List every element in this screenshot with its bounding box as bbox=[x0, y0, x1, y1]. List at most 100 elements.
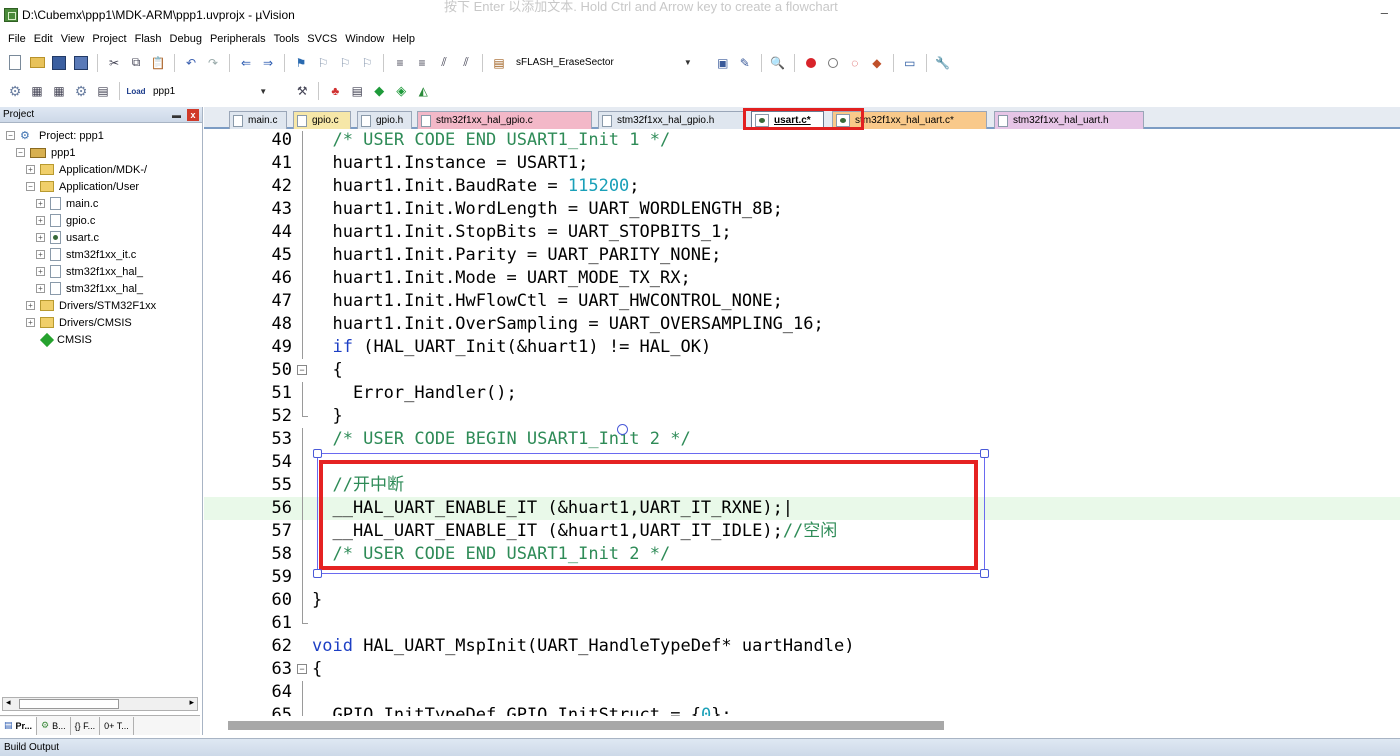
prev-bookmark-icon[interactable]: ⚐ bbox=[314, 54, 332, 72]
undo-icon[interactable]: ↶ bbox=[182, 54, 200, 72]
tree-item[interactable]: + Drivers/STM32F1xx bbox=[26, 297, 156, 314]
tab-templates[interactable]: 0+ T... bbox=[100, 716, 134, 735]
pin-icon[interactable]: ▬ bbox=[172, 110, 181, 120]
project-panel-scrollbar[interactable]: ◂ ▸ bbox=[2, 697, 198, 711]
navigate-back-icon[interactable]: ⇐ bbox=[237, 54, 255, 72]
expand-icon[interactable]: + bbox=[36, 233, 45, 242]
editor-tab[interactable]: gpio.h bbox=[357, 111, 412, 129]
editor-tab[interactable]: stm32f1xx_hal_gpio.c bbox=[417, 111, 592, 129]
menu-debug[interactable]: Debug bbox=[166, 33, 206, 45]
cut-icon[interactable]: ✂ bbox=[105, 54, 123, 72]
batch-build-icon[interactable]: ⚙ bbox=[72, 82, 90, 100]
code-line[interactable]: 41 huart1.Instance = USART1; bbox=[204, 152, 1400, 175]
tab-functions[interactable]: {} F... bbox=[71, 716, 101, 735]
paste-icon[interactable]: 📋 bbox=[149, 54, 167, 72]
editor-tab[interactable]: stm32f1xx_hal_uart.h bbox=[994, 111, 1144, 129]
next-bookmark-icon[interactable]: ⚐ bbox=[336, 54, 354, 72]
redo-icon[interactable]: ↷ bbox=[204, 54, 222, 72]
disable-breakpoint-icon[interactable] bbox=[824, 54, 842, 72]
code-line[interactable]: 45 huart1.Init.Parity = UART_PARITY_NONE… bbox=[204, 244, 1400, 267]
expand-icon[interactable]: + bbox=[36, 216, 45, 225]
resize-handle-br[interactable] bbox=[980, 569, 989, 578]
code-line[interactable]: 60} bbox=[204, 589, 1400, 612]
menu-edit[interactable]: Edit bbox=[30, 33, 57, 45]
tree-item[interactable]: + stm32f1xx_hal_ bbox=[36, 280, 143, 297]
navigate-forward-icon[interactable]: ⇒ bbox=[259, 54, 277, 72]
code-line[interactable]: 47 huart1.Init.HwFlowCtl = UART_HWCONTRO… bbox=[204, 290, 1400, 313]
tree-item[interactable]: + main.c bbox=[36, 195, 98, 212]
tree-item[interactable]: + stm32f1xx_it.c bbox=[36, 246, 136, 263]
fold-collapse-icon[interactable]: − bbox=[297, 658, 309, 681]
tab-books[interactable]: ⚙ B... bbox=[37, 716, 71, 735]
download-load-icon[interactable]: Load bbox=[126, 82, 145, 100]
close-panel-icon[interactable]: x bbox=[187, 108, 199, 121]
menu-tools[interactable]: Tools bbox=[270, 33, 304, 45]
editor-tab[interactable]: gpio.c bbox=[293, 111, 351, 129]
collapse-icon[interactable]: − bbox=[16, 148, 25, 157]
editor-tab[interactable]: main.c bbox=[229, 111, 287, 129]
code-line[interactable]: 48 huart1.Init.OverSampling = UART_OVERS… bbox=[204, 313, 1400, 336]
debug-session-icon[interactable]: ✎ bbox=[736, 54, 754, 72]
zoom-icon[interactable]: 🔍 bbox=[769, 54, 787, 72]
menu-svcs[interactable]: SVCS bbox=[303, 33, 341, 45]
tree-item[interactable]: + gpio.c bbox=[36, 212, 95, 229]
find-in-files-icon[interactable]: ▣ bbox=[714, 54, 732, 72]
open-folder-icon[interactable] bbox=[28, 54, 46, 72]
debug-settings-icon[interactable]: ◆ bbox=[868, 54, 886, 72]
target-options-icon[interactable]: ⚒ bbox=[293, 82, 311, 100]
code-line[interactable]: 64 bbox=[204, 681, 1400, 704]
tree-item[interactable]: − Application/User bbox=[26, 178, 139, 195]
code-line[interactable]: 43 huart1.Init.WordLength = UART_WORDLEN… bbox=[204, 198, 1400, 221]
code-line[interactable]: 65 GPIO_InitTypeDef GPIO_InitStruct = {0… bbox=[204, 704, 1400, 716]
comment-icon[interactable]: ⫽ bbox=[435, 54, 453, 72]
code-line[interactable]: 46 huart1.Init.Mode = UART_MODE_TX_RX; bbox=[204, 267, 1400, 290]
editor-tab[interactable]: stm32f1xx_hal_gpio.h bbox=[598, 111, 746, 129]
copy-icon[interactable]: ⧉ bbox=[127, 54, 145, 72]
rotate-handle[interactable] bbox=[617, 424, 628, 435]
configure-icon[interactable]: 🔧 bbox=[934, 54, 952, 72]
tree-item[interactable]: + usart.c bbox=[36, 229, 99, 246]
select-packs-icon[interactable]: ◭ bbox=[414, 82, 432, 100]
translate-icon[interactable]: ⚙ bbox=[6, 82, 24, 100]
code-line[interactable]: 53 /* USER CODE BEGIN USART1_Init 2 */ bbox=[204, 428, 1400, 451]
save-icon[interactable] bbox=[50, 54, 68, 72]
manage-project-items-icon[interactable]: ♣ bbox=[326, 82, 344, 100]
breakpoint-icon[interactable] bbox=[802, 54, 820, 72]
unindent-icon[interactable]: ≡ bbox=[413, 54, 431, 72]
code-line[interactable]: 51 Error_Handler(); bbox=[204, 382, 1400, 405]
menu-peripherals[interactable]: Peripherals bbox=[206, 33, 270, 45]
window-layout-icon[interactable]: ▭ bbox=[901, 54, 919, 72]
tree-item[interactable]: + Application/MDK-/ bbox=[26, 161, 147, 178]
expand-icon[interactable]: + bbox=[26, 301, 35, 310]
scrollbar-thumb[interactable] bbox=[19, 699, 119, 709]
manage-runtime-icon[interactable]: ◆ bbox=[370, 82, 388, 100]
target-select-dropdown[interactable]: ▼ bbox=[255, 81, 288, 101]
expand-icon[interactable]: + bbox=[26, 318, 35, 327]
clear-bookmarks-icon[interactable]: ⚐ bbox=[358, 54, 376, 72]
collapse-icon[interactable]: − bbox=[6, 131, 15, 140]
code-line[interactable]: 42 huart1.Init.BaudRate = 115200; bbox=[204, 175, 1400, 198]
expand-icon[interactable]: + bbox=[36, 284, 45, 293]
menu-file[interactable]: File bbox=[4, 33, 30, 45]
code-editor[interactable]: 40 /* USER CODE END USART1_Init 1 */41 h… bbox=[204, 131, 1400, 716]
tree-item[interactable]: CMSIS bbox=[26, 331, 92, 348]
fold-collapse-icon[interactable]: − bbox=[297, 359, 309, 382]
save-all-icon[interactable] bbox=[72, 54, 90, 72]
rebuild-icon[interactable]: ▦ bbox=[50, 82, 68, 100]
pack-installer-icon[interactable]: ◈ bbox=[392, 82, 410, 100]
menu-flash[interactable]: Flash bbox=[131, 33, 166, 45]
code-line[interactable]: 49 if (HAL_UART_Init(&huart1) != HAL_OK) bbox=[204, 336, 1400, 359]
bookmark-icon[interactable]: ⚑ bbox=[292, 54, 310, 72]
expand-icon[interactable]: + bbox=[36, 267, 45, 276]
expand-icon[interactable]: + bbox=[36, 199, 45, 208]
tree-item[interactable]: + Drivers/CMSIS bbox=[26, 314, 132, 331]
collapse-icon[interactable]: − bbox=[26, 182, 35, 191]
menu-window[interactable]: Window bbox=[341, 33, 388, 45]
menu-help[interactable]: Help bbox=[388, 33, 419, 45]
flash-function-dropdown[interactable]: ▼ bbox=[679, 52, 708, 73]
code-line[interactable]: 52 } bbox=[204, 405, 1400, 428]
new-file-icon[interactable] bbox=[6, 54, 24, 72]
resize-handle-tl[interactable] bbox=[313, 449, 322, 458]
menu-project[interactable]: Project bbox=[88, 33, 130, 45]
resize-handle-tr[interactable] bbox=[980, 449, 989, 458]
